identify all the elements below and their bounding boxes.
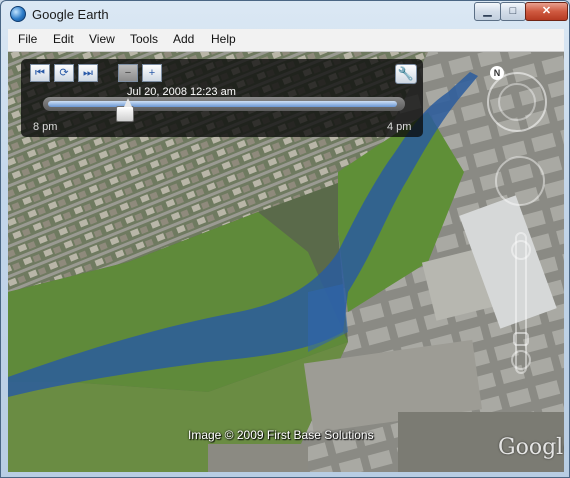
time-slider-range: [48, 101, 397, 107]
time-slider-panel: ⏮ ⟳ ⏭ − + 🔧 Jul 20, 2008 12:23 am 8 pm 4…: [21, 59, 423, 137]
menu-help[interactable]: Help: [211, 32, 236, 46]
window-title: Google Earth: [32, 7, 109, 22]
google-earth-icon: [10, 6, 26, 22]
imagery-credit: Image © 2009 First Base Solutions: [188, 428, 374, 442]
time-slider-thumb[interactable]: [115, 98, 134, 122]
menu-add[interactable]: Add: [173, 32, 194, 46]
animate-icon[interactable]: ⟳: [54, 64, 74, 82]
menu-bar: File Edit View Tools Add Help: [8, 29, 564, 52]
menu-file[interactable]: File: [18, 32, 37, 46]
zoom-in-icon[interactable]: +: [142, 64, 162, 82]
time-range-end: 4 pm: [387, 121, 412, 133]
skip-back-icon[interactable]: ⏮: [30, 64, 50, 82]
menu-view[interactable]: View: [89, 32, 115, 46]
wrench-icon[interactable]: 🔧: [395, 64, 417, 84]
title-bar[interactable]: Google Earth ▁ □ ✕: [1, 1, 569, 29]
menu-edit[interactable]: Edit: [53, 32, 74, 46]
google-earth-window: Google Earth ▁ □ ✕ File Edit View Tools …: [0, 0, 570, 478]
zoom-in-control-icon[interactable]: [511, 240, 531, 260]
menu-tools[interactable]: Tools: [130, 32, 158, 46]
zoom-slider-knob[interactable]: [513, 332, 529, 346]
maximize-button[interactable]: □: [500, 2, 526, 21]
close-button[interactable]: ✕: [525, 2, 568, 21]
skip-forward-icon[interactable]: ⏭: [78, 64, 98, 82]
time-range-start: 8 pm: [33, 121, 58, 133]
look-joystick[interactable]: [498, 83, 536, 121]
zoom-out-icon[interactable]: −: [118, 64, 138, 82]
move-joystick[interactable]: [495, 156, 545, 206]
google-logo: Google: [498, 435, 564, 460]
map-viewport[interactable]: ⏮ ⟳ ⏭ − + 🔧 Jul 20, 2008 12:23 am 8 pm 4…: [8, 52, 564, 472]
minimize-button[interactable]: ▁: [474, 2, 501, 21]
north-icon[interactable]: N: [490, 66, 504, 80]
zoom-out-control-icon[interactable]: [511, 350, 531, 370]
